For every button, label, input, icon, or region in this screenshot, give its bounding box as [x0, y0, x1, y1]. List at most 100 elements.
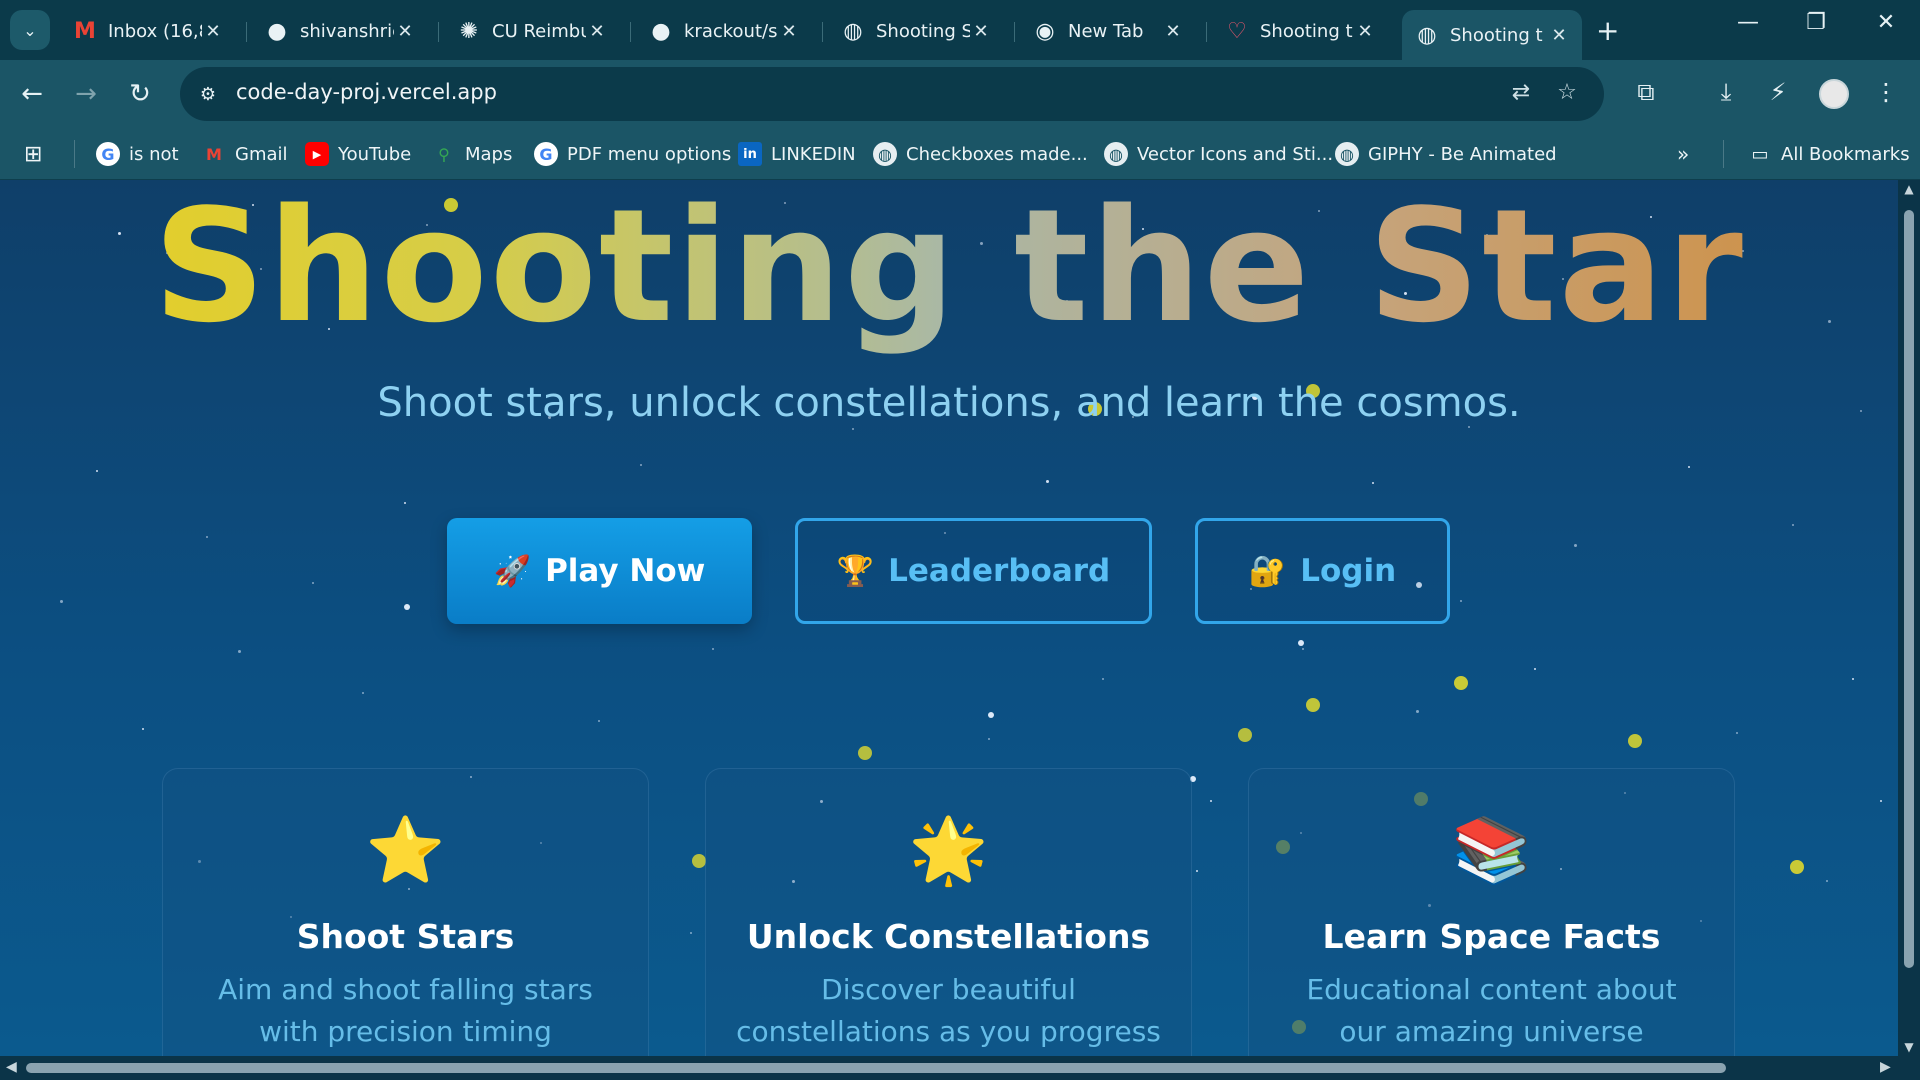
back-icon[interactable]: ←: [14, 76, 50, 112]
tab-strip: ⌄ M Inbox (16,8 ✕ ● shivanshric ✕ ✺ CU R…: [0, 0, 1920, 60]
github-icon: ●: [267, 18, 287, 44]
vertical-scrollbar[interactable]: ▲ ▼: [1898, 180, 1920, 1056]
more-bookmarks-icon[interactable]: »: [1677, 140, 1689, 168]
tab-title: Shooting t: [1450, 24, 1543, 46]
tab-divider: [1014, 22, 1015, 42]
close-icon[interactable]: ✕: [1162, 21, 1184, 42]
chrome-icon: ◉: [1035, 18, 1055, 44]
forward-icon[interactable]: →: [68, 76, 104, 112]
tab-shooting-heart[interactable]: ♡ Shooting t ✕: [1212, 10, 1388, 52]
background-star: [1534, 668, 1536, 670]
background-star: [852, 428, 854, 430]
google-icon: G: [534, 142, 558, 166]
profile-avatar[interactable]: [1819, 79, 1849, 109]
site-info-icon[interactable]: ⚙: [194, 80, 222, 108]
close-icon[interactable]: ✕: [394, 21, 416, 42]
falling-star[interactable]: [858, 746, 872, 760]
tab-github-krackout[interactable]: ● krackout/s ✕: [636, 10, 812, 52]
globe-icon: ◍: [843, 18, 863, 44]
falling-star[interactable]: [1790, 860, 1804, 874]
feature-card-constellations: 🌟 Unlock Constellations Discover beautif…: [705, 768, 1192, 1056]
tab-gmail-inbox[interactable]: M Inbox (16,8 ✕: [60, 10, 236, 52]
close-icon[interactable]: ✕: [1354, 21, 1376, 42]
horizontal-scroll-thumb[interactable]: [26, 1063, 1726, 1073]
translate-icon[interactable]: ⇄: [1506, 80, 1536, 108]
globe-icon: ◍: [1417, 22, 1437, 48]
bookmark-giphy[interactable]: ◍ GIPHY - Be Animated: [1335, 140, 1557, 168]
background-star: [1880, 800, 1882, 802]
leaderboard-button[interactable]: 🏆 Leaderboard: [795, 518, 1152, 624]
restore-icon[interactable]: ❐: [1796, 10, 1836, 35]
rocket-icon: 🚀: [493, 553, 532, 589]
background-star: [312, 582, 314, 584]
tab-divider: [630, 22, 631, 42]
scroll-right-icon[interactable]: ▶: [1880, 1059, 1891, 1075]
new-tab-button[interactable]: +: [1596, 14, 1619, 47]
close-icon[interactable]: ✕: [970, 21, 992, 42]
download-icon[interactable]: ⤓: [1709, 78, 1743, 112]
address-url[interactable]: code-day-proj.vercel.app: [236, 80, 497, 104]
apps-icon[interactable]: ⊞: [24, 140, 42, 168]
background-star: [1826, 880, 1828, 882]
bookmark-label: YouTube: [338, 143, 412, 165]
horizontal-scrollbar[interactable]: ◀ ▶: [0, 1056, 1920, 1080]
bookmark-label: Maps: [465, 143, 513, 165]
scroll-left-icon[interactable]: ◀: [6, 1059, 17, 1075]
falling-star[interactable]: [1306, 698, 1320, 712]
close-window-icon[interactable]: ✕: [1866, 10, 1906, 35]
bookmark-youtube[interactable]: ▶ YouTube: [305, 140, 411, 168]
bookmark-label: is not: [129, 143, 179, 165]
tab-title: New Tab: [1068, 20, 1144, 42]
login-button[interactable]: 🔐 Login: [1195, 518, 1450, 624]
bookmark-maps[interactable]: ⚲ Maps: [432, 140, 512, 168]
minimize-icon[interactable]: —: [1728, 10, 1768, 35]
bookmark-pdf-menu[interactable]: G PDF menu options: [534, 140, 731, 168]
extensions-icon[interactable]: ⧉: [1629, 78, 1663, 112]
background-star: [1852, 678, 1854, 680]
scroll-down-icon[interactable]: ▼: [1898, 1040, 1920, 1054]
tab-shooting-s[interactable]: ◍ Shooting S ✕: [828, 10, 1004, 52]
falling-star[interactable]: [692, 854, 706, 868]
close-icon[interactable]: ✕: [1548, 25, 1570, 46]
performance-icon[interactable]: ⚡: [1761, 78, 1795, 112]
vertical-scroll-thumb[interactable]: [1904, 210, 1914, 968]
background-star: [1210, 800, 1212, 802]
close-icon[interactable]: ✕: [778, 21, 800, 42]
bookmark-star-icon[interactable]: ☆: [1552, 80, 1582, 108]
background-star: [1416, 710, 1419, 713]
tab-title: Shooting S: [876, 20, 970, 42]
tab-search-button[interactable]: ⌄: [10, 10, 50, 50]
background-star: [1372, 482, 1374, 484]
close-icon[interactable]: ✕: [202, 21, 224, 42]
scroll-up-icon[interactable]: ▲: [1898, 182, 1920, 196]
tab-cu-reimburse[interactable]: ✺ CU Reimbu ✕: [444, 10, 620, 52]
reload-icon[interactable]: ↻: [122, 76, 158, 112]
star-icon: ⭐: [365, 814, 446, 888]
bright-star: [988, 712, 994, 718]
falling-star[interactable]: [1238, 728, 1252, 742]
background-star: [404, 502, 406, 504]
falling-star[interactable]: [1628, 734, 1642, 748]
background-star: [988, 738, 990, 740]
globe-icon: ◍: [873, 142, 897, 166]
tab-github-shivanshric[interactable]: ● shivanshric ✕: [252, 10, 428, 52]
bookmark-label: GIPHY - Be Animated: [1368, 143, 1557, 165]
background-star: [1102, 678, 1104, 680]
bookmark-gmail[interactable]: M Gmail: [202, 140, 287, 168]
address-bar[interactable]: ⚙ code-day-proj.vercel.app ⇄ ☆: [180, 67, 1604, 121]
tab-new-tab[interactable]: ◉ New Tab ✕: [1020, 10, 1196, 52]
all-bookmarks-label: All Bookmarks: [1781, 143, 1910, 165]
close-icon[interactable]: ✕: [586, 21, 608, 42]
falling-star[interactable]: [1454, 676, 1468, 690]
play-now-button[interactable]: 🚀 Play Now: [447, 518, 752, 624]
background-star: [1302, 648, 1304, 650]
menu-icon[interactable]: ⋮: [1869, 78, 1903, 112]
all-bookmarks-button[interactable]: ▭ All Bookmarks: [1748, 140, 1910, 168]
bright-star: [1298, 640, 1304, 646]
bookmark-is-not[interactable]: G is not: [96, 140, 179, 168]
bookmark-linkedin[interactable]: in LINKEDIN: [738, 140, 856, 168]
bookmark-vector-icons[interactable]: ◍ Vector Icons and Sti...: [1104, 140, 1333, 168]
tab-shooting-active[interactable]: ◍ Shooting t ✕: [1402, 10, 1582, 60]
bookmark-checkboxes[interactable]: ◍ Checkboxes made...: [873, 140, 1088, 168]
globe-icon: ◍: [1335, 142, 1359, 166]
